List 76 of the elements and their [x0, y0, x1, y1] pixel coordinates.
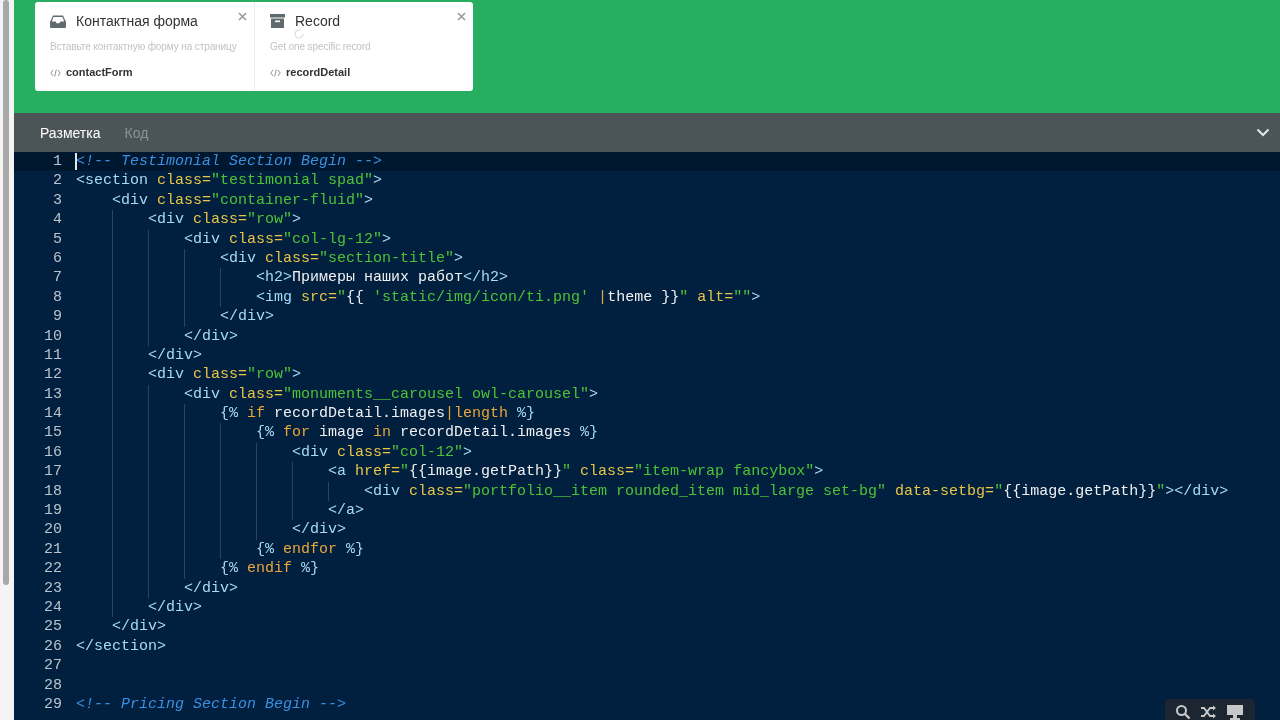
code-line: <div class="col-lg-12"> — [184, 229, 392, 249]
line-number: 22 — [43, 559, 62, 579]
line-number: 11 — [43, 345, 62, 366]
code-comment: <!-- Pricing Section Begin --> — [76, 694, 347, 715]
card-description: Get one specific record — [270, 41, 371, 53]
search-icon[interactable] — [1175, 704, 1191, 720]
code-line: <div class="monuments__carousel owl-carousel"> — [184, 384, 599, 405]
line-number: 5 — [52, 229, 62, 249]
close-icon[interactable] — [238, 12, 247, 21]
component-code-name: contactForm — [66, 66, 133, 79]
code-line: </div> — [184, 326, 238, 346]
card-title: Record — [295, 13, 341, 29]
line-number: 6 — [52, 248, 62, 269]
close-icon[interactable] — [457, 12, 466, 21]
line-number: 18 — [43, 481, 62, 502]
line-number: 7 — [52, 268, 62, 288]
line-number: 23 — [43, 578, 62, 598]
line-number: 24 — [43, 598, 62, 618]
chevron-down-icon[interactable] — [1256, 128, 1270, 137]
code-line: </div> — [148, 598, 202, 618]
code-line: </section> — [76, 636, 166, 657]
line-number: 29 — [43, 694, 62, 715]
code-line: </a> — [328, 501, 364, 521]
code-icon — [50, 68, 61, 77]
line-number: 2 — [52, 171, 62, 191]
line-number: 8 — [52, 287, 62, 308]
line-number: 14 — [43, 404, 62, 424]
line-number: 26 — [43, 636, 62, 657]
code-line: <h2>Примеры наших работ</h2> — [256, 268, 509, 288]
code-line: </div> — [148, 345, 202, 366]
code-line: <div class="container-fluid"> — [112, 190, 374, 211]
component-code-name: recordDetail — [286, 66, 351, 79]
monitor-icon[interactable] — [1226, 704, 1244, 720]
line-number: 4 — [52, 210, 62, 230]
line-number: 21 — [43, 539, 62, 560]
code-icon — [270, 68, 281, 77]
code-line: </div> — [184, 578, 238, 598]
code-line: <img src="{{ 'static/img/icon/ti.png' |theme }}" alt=""> — [256, 287, 761, 308]
line-number: 17 — [43, 462, 62, 482]
line-number: 12 — [43, 365, 62, 385]
code-line: </div> — [292, 520, 346, 540]
code-line: </div> — [112, 617, 166, 637]
code-line: </div> — [220, 307, 274, 327]
scrollbar-thumb[interactable] — [3, 0, 9, 585]
code-line: <div class="row"> — [148, 210, 302, 230]
code-line: {% for image in recordDetail.images %} — [256, 423, 599, 443]
code-line: <div class="row"> — [148, 365, 302, 385]
line-number: 16 — [43, 442, 62, 463]
line-number: 25 — [43, 617, 62, 637]
code-line: <a href="{{image.getPath}}" class="item-wrap fancybox"> — [328, 462, 824, 482]
code-line: <div class="col-12"> — [292, 442, 473, 463]
line-number: 20 — [43, 520, 62, 540]
code-line: {% endfor %} — [256, 539, 365, 560]
line-number: 15 — [43, 423, 62, 443]
card-title: Контактная форма — [76, 13, 198, 29]
code-comment: <!-- Testimonial Section Begin --> — [76, 152, 383, 172]
code-line: <section class="testimonial spad"> — [76, 171, 383, 191]
code-line: {% if recordDetail.images|length %} — [220, 404, 536, 424]
archive-box-icon — [270, 14, 285, 28]
card-description: Вставьте контактную форму на страницу — [50, 41, 237, 53]
line-number: 13 — [43, 384, 62, 405]
inbox-icon — [50, 14, 66, 28]
shuffle-icon[interactable] — [1200, 704, 1217, 720]
line-number: 9 — [52, 307, 62, 327]
text-cursor — [75, 153, 77, 170]
line-number: 28 — [43, 675, 62, 695]
code-line: {% endif %} — [220, 559, 320, 579]
code-line: <div class="section-title"> — [220, 248, 464, 269]
line-number: 3 — [52, 190, 62, 211]
line-number: 27 — [43, 656, 62, 676]
code-editor[interactable] — [14, 152, 1280, 720]
line-number: 19 — [43, 501, 62, 521]
code-line: <div class="portfolio__item rounded_item mid_large set-bg" data-setbg="{{image.getPath}}"></div> — [364, 481, 1229, 502]
editor-tab[interactable]: Разметка — [40, 124, 101, 141]
line-number: 1 — [52, 152, 62, 172]
line-number: 10 — [43, 326, 62, 346]
